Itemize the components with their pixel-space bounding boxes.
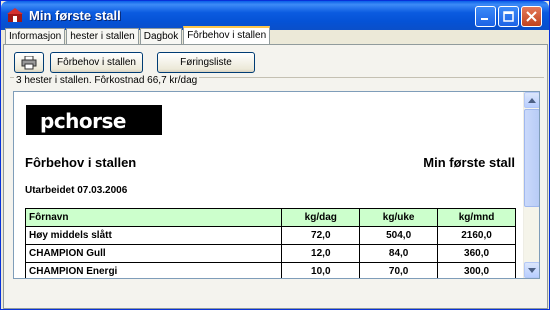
table-row: CHAMPION Energi 10,0 70,0 300,0 [24,262,516,278]
pchorse-logo: pchorse [26,105,162,135]
scroll-up-button[interactable] [524,92,539,108]
app-icon [7,8,23,22]
cell-kg-uke: 84,0 [359,244,439,263]
report-stable-name: Min første stall [423,155,515,170]
table-header-row: Fôrnavn kg/dag kg/uke kg/mnd [24,208,516,227]
logo-text: pchorse [40,109,126,133]
forbehov-i-stallen-button[interactable]: Fôrbehov i stallen [50,52,143,73]
minimize-button[interactable] [475,6,496,27]
scrollbar-thumb[interactable] [524,109,539,207]
maximize-button[interactable] [498,6,519,27]
cell-fornavn: CHAMPION Energi [24,262,283,278]
tab-panel: Fôrbehov i stallen Føringsliste 3 hester… [3,44,548,309]
cell-fornavn: CHAMPION Gull [24,244,283,263]
column-header-kg-mnd: kg/mnd [437,208,516,227]
maximize-icon [503,11,514,22]
report-title: Fôrbehov i stallen [25,155,137,170]
vertical-scrollbar[interactable] [523,92,539,278]
foringsliste-button[interactable]: Føringsliste [157,52,255,73]
tab-informasjon[interactable]: Informasjon [5,28,66,44]
column-header-fornavn: Fôrnavn [24,208,283,227]
main-window: Min første stall Informasjon hester i st… [0,0,550,310]
column-header-kg-dag: kg/dag [281,208,361,227]
tab-hester-i-stallen[interactable]: hester i stallen [66,28,139,44]
cell-kg-uke: 70,0 [359,262,439,278]
feed-table: Fôrnavn kg/dag kg/uke kg/mnd Høy middels… [24,208,516,278]
cell-kg-dag: 10,0 [281,262,361,278]
minimize-icon [481,18,488,20]
cell-kg-dag: 72,0 [281,226,361,245]
cell-kg-uke: 504,0 [359,226,439,245]
tab-forbehov-i-stallen[interactable]: Fôrbehov i stallen [183,26,271,44]
close-icon [526,11,537,22]
status-text: 3 hester i stallen. Fôrkostnad 66,7 kr/d… [14,75,200,86]
printer-icon [21,55,37,69]
cell-kg-mnd: 300,0 [437,262,516,278]
close-button[interactable] [521,6,542,27]
print-button[interactable] [14,52,44,73]
table-row: Høy middels slått 72,0 504,0 2160,0 [24,226,516,245]
chevron-down-icon [528,267,536,273]
scroll-down-button[interactable] [524,262,539,278]
report-date: Utarbeidet 07.03.2006 [25,185,128,196]
cell-kg-dag: 12,0 [281,244,361,263]
cell-fornavn: Høy middels slått [24,226,283,245]
tab-dagbok[interactable]: Dagbok [139,28,183,44]
window-title: Min første stall [29,8,121,23]
cell-kg-mnd: 360,0 [437,244,516,263]
table-row: CHAMPION Gull 12,0 84,0 360,0 [24,244,516,263]
column-header-kg-uke: kg/uke [359,208,439,227]
chevron-up-icon [528,97,536,103]
cell-kg-mnd: 2160,0 [437,226,516,245]
report-view[interactable]: pchorse Fôrbehov i stallen Min første st… [13,91,540,279]
tab-strip: Informasjon hester i stallen Dagbok Fôrb… [5,26,271,44]
